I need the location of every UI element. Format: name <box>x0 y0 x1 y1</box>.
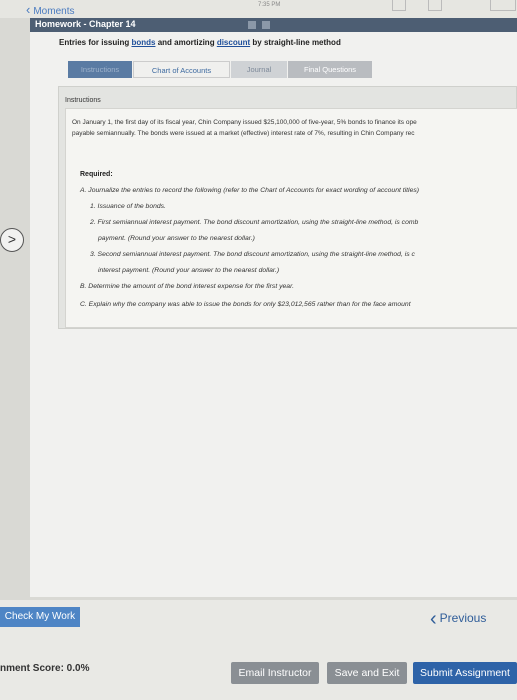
requirement-b: B. Determine the amount of the bond inte… <box>80 283 294 290</box>
bonds-link[interactable]: bonds <box>131 38 155 47</box>
window-title: Homework - Chapter 14 <box>35 19 136 29</box>
chevron-left-icon: ‹ <box>430 608 437 630</box>
requirement-a2-line2: payment. (Round your answer to the neare… <box>98 235 255 242</box>
title-text-3: by straight-line method <box>250 38 341 47</box>
check-my-work-button[interactable]: Check My Work <box>0 607 80 627</box>
assignment-score: nment Score: 0.0% <box>0 663 90 674</box>
status-bar: ‹ Moments 7:35 PM <box>0 0 517 18</box>
back-label: Moments <box>33 6 75 17</box>
title-text-2: and amortizing <box>155 38 217 47</box>
toolbar-icon-1[interactable] <box>392 0 406 11</box>
discount-link[interactable]: discount <box>217 38 250 47</box>
requirement-a3-line2: interest payment. (Round your answer to … <box>98 267 280 274</box>
tab-chart-of-accounts[interactable]: Chart of Accounts <box>133 61 230 78</box>
assignment-page: Entries for issuing bonds and amortizing… <box>30 32 517 597</box>
chevron-left-icon: ‹ <box>26 2 31 17</box>
clock: 7:35 PM <box>258 2 281 8</box>
previous-button[interactable]: ‹ Previous <box>430 608 486 631</box>
window-titlebar: Homework - Chapter 14 <box>30 18 517 32</box>
instructions-panel: Instructions On January 1, the first day… <box>58 86 517 329</box>
toolbar-icon-2[interactable] <box>428 0 442 11</box>
tab-final-questions[interactable]: Final Questions <box>288 61 372 78</box>
requirement-a3-line1: 3. Second semiannual interest payment. T… <box>90 251 415 258</box>
title-text-1: Entries for issuing <box>59 38 132 47</box>
tab-journal[interactable]: Journal <box>231 61 287 78</box>
requirement-a1: 1. Issuance of the bonds. <box>90 203 166 210</box>
back-to-moments[interactable]: ‹ Moments <box>26 2 74 17</box>
required-label: Required: <box>80 171 113 178</box>
tab-instructions[interactable]: Instructions <box>68 61 132 78</box>
intro-line-1: On January 1, the first day of its fisca… <box>72 119 417 126</box>
intro-text: On January 1, the first day of its fisca… <box>72 117 517 139</box>
previous-label: Previous <box>439 611 487 625</box>
requirement-c: C. Explain why the company was able to i… <box>80 301 411 308</box>
chevron-right-icon[interactable]: > <box>0 228 24 252</box>
titlebar-icon-b[interactable] <box>262 21 270 29</box>
save-and-exit-button[interactable]: Save and Exit <box>327 662 407 684</box>
instructions-box: On January 1, the first day of its fisca… <box>65 108 517 328</box>
instructions-header: Instructions <box>65 97 101 104</box>
email-instructor-button[interactable]: Email Instructor <box>231 662 319 684</box>
submit-assignment-button[interactable]: Submit Assignment <box>413 662 517 684</box>
requirement-a2-line1: 2. First semiannual interest payment. Th… <box>90 219 419 226</box>
toolbar-icon-3[interactable] <box>490 0 516 11</box>
requirement-a: A. Journalize the entries to record the … <box>80 187 420 194</box>
page-title: Entries for issuing bonds and amortizing… <box>59 38 341 47</box>
titlebar-icon-a[interactable] <box>248 21 256 29</box>
intro-line-2: payable semiannually. The bonds were iss… <box>72 130 415 137</box>
